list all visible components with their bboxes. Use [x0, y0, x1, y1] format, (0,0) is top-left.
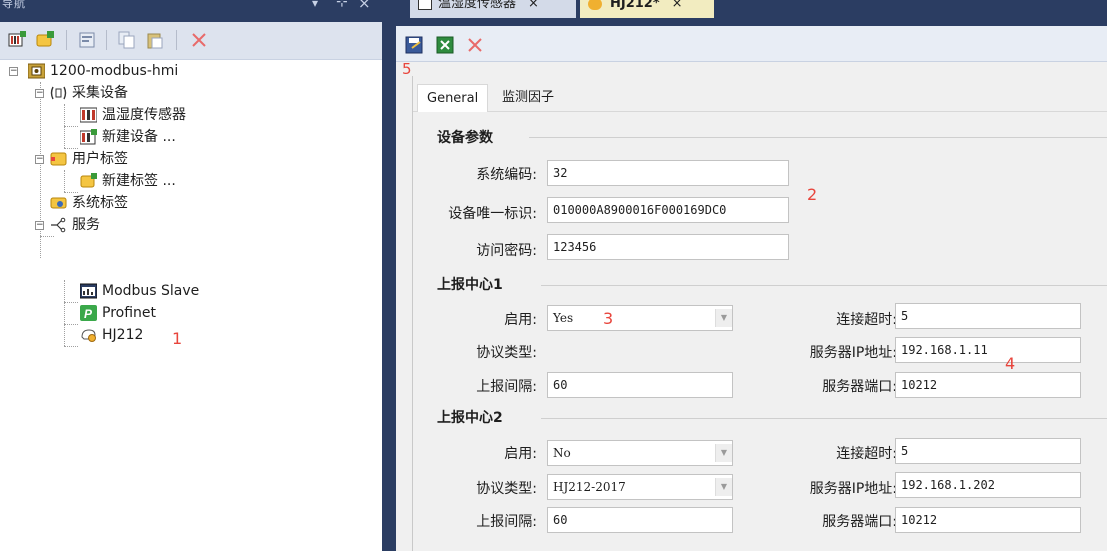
annotation-2: 2: [807, 185, 818, 204]
add-device-icon[interactable]: [8, 31, 26, 49]
center1-timeout-field[interactable]: 5: [895, 303, 1081, 329]
form-tab-strip: General 监测因子: [413, 80, 1107, 112]
center2-enable-label: 启用:: [504, 446, 537, 462]
annotation-4: 4: [1005, 354, 1016, 373]
svg-text:P: P: [84, 307, 93, 321]
close-panel-icon[interactable]: ×: [358, 0, 371, 12]
center2-ip-label: 服务器IP地址:: [809, 481, 897, 497]
new-device-icon: [80, 129, 97, 145]
tag-icon: [50, 152, 67, 166]
center1-ip-field[interactable]: 192.168.1.11: [895, 337, 1081, 363]
password-label: 访问密码:: [476, 243, 537, 259]
modbus-icon: [80, 283, 97, 299]
chevron-down-icon[interactable]: ▼: [715, 444, 732, 462]
close-tab-icon[interactable]: ×: [528, 0, 539, 11]
dropdown-icon[interactable]: ▾: [312, 0, 318, 10]
nav-title: 导航: [2, 0, 26, 10]
center1-interval-field[interactable]: 60: [547, 372, 733, 398]
acquisition-icon: [50, 86, 67, 100]
tab-hj212[interactable]: HJ212* ×: [580, 0, 714, 18]
hj212-tab-icon: [588, 0, 602, 10]
unique-id-field[interactable]: 010000A8900016F000169DC0: [547, 197, 789, 223]
panel-splitter[interactable]: [382, 0, 396, 551]
password-field[interactable]: 123456: [547, 234, 789, 260]
center2-port-label: 服务器端口:: [822, 514, 897, 530]
chevron-down-icon[interactable]: ▼: [715, 478, 732, 496]
delete-icon[interactable]: [190, 31, 208, 49]
collapse-toggle[interactable]: −: [35, 221, 44, 230]
center2-timeout-label: 连接超时:: [836, 446, 897, 462]
tab-general[interactable]: General: [417, 84, 489, 112]
document-area: 温湿度传感器 × HJ212* × 5 General 监测因子 设备参数 系统编码…: [396, 0, 1107, 551]
annotation-1: 1: [172, 329, 183, 348]
center1-enable-label: 启用:: [504, 312, 537, 328]
tab-temp-humidity-sensor[interactable]: 温湿度传感器 ×: [410, 0, 576, 18]
center2-interval-label: 上报间隔:: [476, 514, 537, 530]
system-tag-icon: [50, 197, 67, 209]
unique-id-label: 设备唯一标识:: [448, 206, 537, 222]
collapse-toggle[interactable]: −: [35, 155, 44, 164]
nav-toolbar: [0, 22, 382, 60]
center1-timeout-label: 连接超时:: [836, 312, 897, 328]
document-toolbar: [396, 26, 1107, 62]
center2-protocol-label: 协议类型:: [476, 481, 537, 497]
document-tabs: 温湿度传感器 × HJ212* ×: [396, 0, 1107, 26]
center2-enable-select[interactable]: No ▼: [547, 440, 733, 466]
close-tab-icon[interactable]: ×: [672, 0, 683, 11]
device-icon: [80, 107, 97, 123]
new-tag-icon: [80, 173, 97, 188]
copy-icon[interactable]: [118, 31, 136, 49]
system-code-field[interactable]: 32: [547, 160, 789, 186]
center1-enable-select[interactable]: Yes ▼: [547, 305, 733, 331]
excel-icon[interactable]: [436, 36, 454, 54]
center1-port-field[interactable]: 10212: [895, 372, 1081, 398]
add-tag-icon[interactable]: [36, 31, 54, 49]
annotation-3: 3: [603, 309, 614, 328]
center1-port-label: 服务器端口:: [822, 379, 897, 395]
project-tree: − 1200-modbus-hmi − 采集设备 温湿度传感器 新建设备 ...…: [9, 63, 200, 348]
group-title-center2: 上报中心2: [437, 410, 503, 426]
center2-interval-field[interactable]: 60: [547, 507, 733, 533]
system-code-label: 系统编码:: [476, 167, 537, 183]
chevron-down-icon[interactable]: ▼: [715, 309, 732, 327]
center2-port-field[interactable]: 10212: [895, 507, 1081, 533]
navigation-panel: 导航 ▾ ⊹ × − 1200-modbus-hmi − 采集设备 温湿度传感器…: [0, 0, 382, 551]
group-title-device-params: 设备参数: [437, 130, 493, 146]
device-tab-icon: [418, 0, 432, 10]
annotation-5: 5: [402, 60, 412, 78]
delete-icon[interactable]: [466, 36, 484, 54]
save-icon[interactable]: [405, 36, 423, 54]
paste-icon[interactable]: [146, 31, 164, 49]
center2-ip-field[interactable]: 192.168.1.202: [895, 472, 1081, 498]
profinet-icon: P: [80, 305, 97, 321]
pin-icon[interactable]: ⊹: [336, 0, 348, 10]
project-icon: [28, 63, 45, 79]
center2-timeout-field[interactable]: 5: [895, 438, 1081, 464]
nav-title-bar: 导航 ▾ ⊹ ×: [0, 0, 382, 22]
center2-protocol-select[interactable]: HJ212-2017 ▼: [547, 474, 733, 500]
center1-protocol-label: 协议类型:: [476, 345, 537, 361]
collapse-toggle[interactable]: −: [9, 67, 18, 76]
center1-ip-label: 服务器IP地址:: [809, 345, 897, 361]
services-icon: [51, 217, 66, 233]
center1-interval-label: 上报间隔:: [476, 379, 537, 395]
hj212-icon: [81, 329, 96, 342]
hj212-config-form: General 监测因子 设备参数 系统编码: 32 设备唯一标识: 01000…: [412, 76, 1107, 551]
tab-monitoring-factors[interactable]: 监测因子: [493, 84, 563, 112]
collapse-toggle[interactable]: −: [35, 89, 44, 98]
group-title-center1: 上报中心1: [437, 277, 503, 293]
properties-icon[interactable]: [78, 31, 96, 49]
